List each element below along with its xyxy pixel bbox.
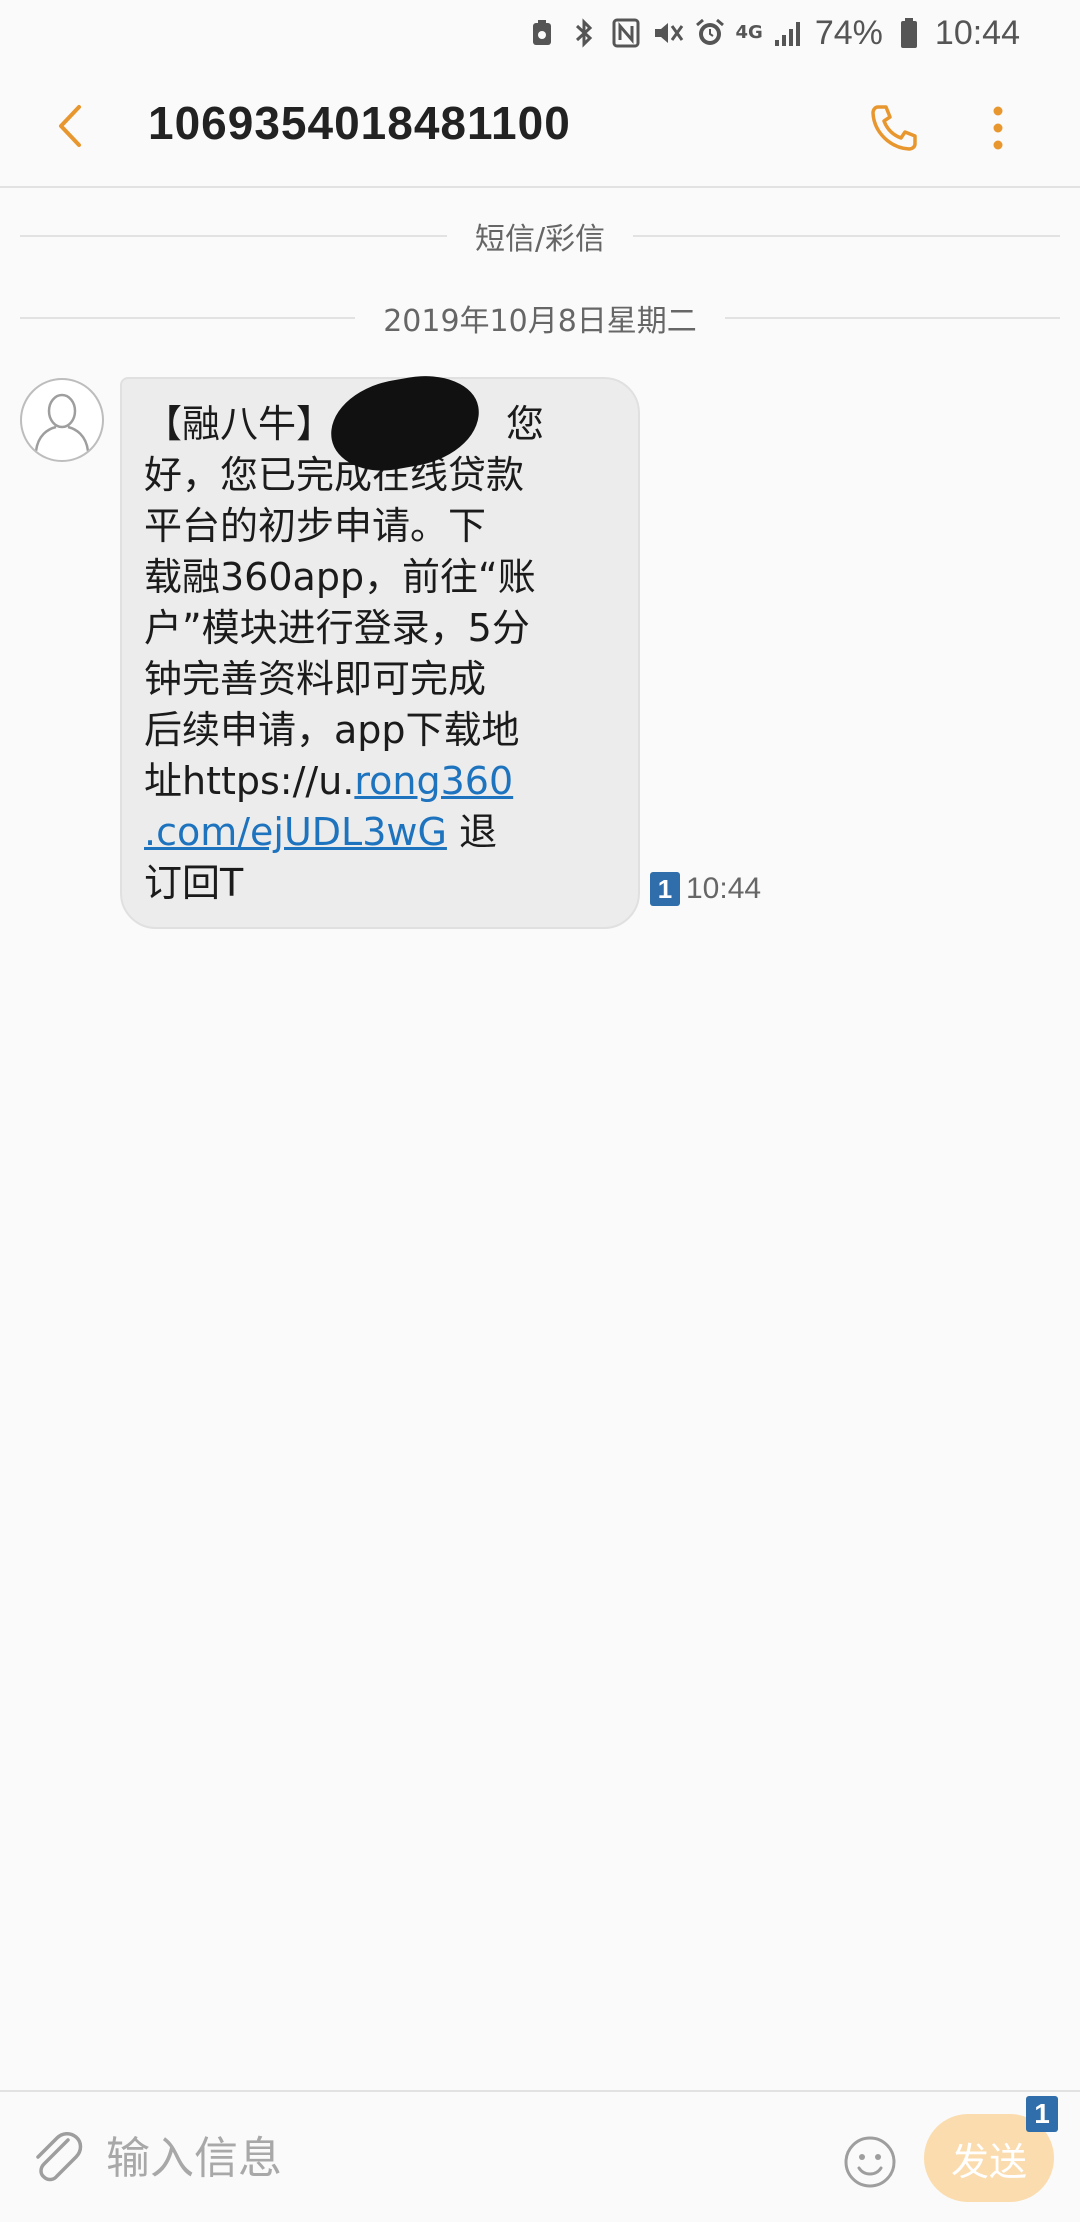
divider <box>633 235 1061 237</box>
date-label: 2019年10月8日星期二 <box>383 304 697 339</box>
sender-avatar[interactable] <box>20 378 104 462</box>
signal-icon <box>773 16 805 50</box>
alarm-icon <box>694 16 726 50</box>
nfc-icon <box>610 16 642 50</box>
message-text: 您 <box>506 402 545 446</box>
message-type-label: 短信/彩信 <box>474 222 606 257</box>
message-input[interactable] <box>104 2122 808 2194</box>
message-link[interactable]: .com/ejUDL3wG <box>144 810 447 854</box>
composer-bar: 发送 <box>0 2090 1080 2222</box>
message-line: 户”模块进行登录，5分 <box>144 606 530 650</box>
divider <box>20 235 447 237</box>
battery-icon <box>893 16 925 50</box>
message-time: 10:44 <box>686 872 762 905</box>
clock: 10:44 <box>934 13 1020 52</box>
message-line: 后续申请，app下载地 <box>144 708 520 752</box>
app-bar: 1069354018481100 <box>0 66 1080 188</box>
conversation-title: 1069354018481100 <box>148 97 571 149</box>
send-sim-badge: 1 <box>1026 2096 1058 2132</box>
more-options-button[interactable] <box>970 96 1026 160</box>
back-arrow-icon <box>59 105 81 147</box>
message-text: 址https://u. <box>144 759 355 803</box>
paperclip-icon <box>36 2132 83 2182</box>
message-type-separator: 短信/彩信 <box>20 214 1061 258</box>
message-link[interactable]: rong360 <box>354 759 513 803</box>
message-meta: 1 10:44 <box>650 872 761 906</box>
emoji-icon <box>844 2136 896 2188</box>
network-type: 4G <box>735 22 763 43</box>
phone-icon <box>871 105 917 151</box>
mute-icon <box>652 16 684 50</box>
more-vert-icon <box>993 106 1003 150</box>
message-line: 平台的初步申请。下 <box>144 504 487 548</box>
divider <box>724 317 1061 319</box>
message-line: 址https://u.rong360 <box>144 756 618 807</box>
message-text: 退 <box>446 810 498 854</box>
storage-icon <box>526 16 558 50</box>
message-bubble[interactable]: 【融八牛】您 好，您已完成在线贷款 平台的初步申请。下 载融360app，前往“… <box>120 366 640 929</box>
sim-badge: 1 <box>650 872 680 906</box>
message-line: 载融360app，前往“账 <box>144 555 536 599</box>
message-text: 【融八牛】 <box>144 402 335 446</box>
status-bar: 4G 74% 10:44 <box>0 0 1080 66</box>
message-line: 钟完善资料即可完成 <box>144 657 487 701</box>
attach-button[interactable] <box>24 2124 88 2188</box>
back-button[interactable] <box>40 96 100 156</box>
emoji-button[interactable] <box>840 2132 900 2192</box>
bluetooth-icon <box>568 16 600 50</box>
date-separator: 2019年10月8日星期二 <box>20 296 1061 340</box>
avatar-icon <box>34 393 90 452</box>
call-button[interactable] <box>862 96 926 160</box>
status-icons: 4G 74% 10:44 <box>526 10 1020 56</box>
battery-percent: 74% <box>814 13 883 52</box>
message-line: 订回T <box>144 861 244 905</box>
message-line: .com/ejUDL3wG 退 <box>144 807 618 858</box>
divider <box>20 317 356 319</box>
